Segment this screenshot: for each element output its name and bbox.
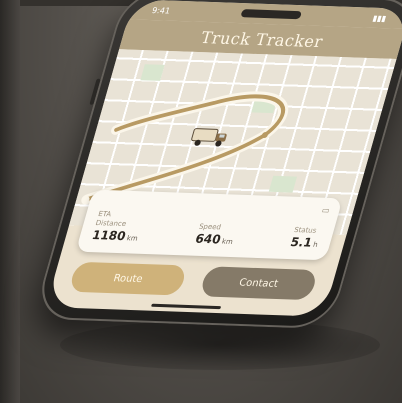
phone-screen: 9:41 ▮▮▮ Truck Tracker ▭ ETA Distance 11…	[45, 0, 402, 317]
app-title: Truck Tracker	[198, 27, 326, 51]
stat-value: 5.1h	[288, 234, 319, 250]
status-time: 9:41	[151, 5, 172, 16]
phone-shadow	[60, 320, 380, 370]
action-buttons: Route Contact	[67, 261, 319, 304]
camera-notch	[240, 9, 303, 20]
stat-status: Status 5.1h	[289, 226, 323, 250]
truck-icon[interactable]	[187, 124, 233, 149]
contact-button[interactable]: Contact	[198, 266, 319, 301]
home-indicator[interactable]	[150, 303, 222, 310]
stat-value: 640km	[193, 231, 234, 247]
photo-scene: 9:41 ▮▮▮ Truck Tracker ▭ ETA Distance 11…	[0, 0, 402, 403]
phone-side-button	[89, 78, 101, 105]
stat-label: ETA Distance	[94, 209, 128, 229]
stat-distance: ETA Distance 1180km	[90, 210, 145, 244]
stat-value: 1180km	[90, 227, 139, 244]
battery-icon: ▭	[320, 205, 331, 216]
signal-icon: ▮▮▮	[371, 13, 388, 23]
trip-stats-card: ▭ ETA Distance 1180km Speed 640km Status	[75, 189, 343, 261]
stat-speed: Speed 640km	[194, 223, 238, 247]
phone-device: 9:41 ▮▮▮ Truck Tracker ▭ ETA Distance 11…	[32, 0, 402, 330]
background-frame-left	[0, 0, 20, 403]
route-button[interactable]: Route	[68, 261, 188, 296]
